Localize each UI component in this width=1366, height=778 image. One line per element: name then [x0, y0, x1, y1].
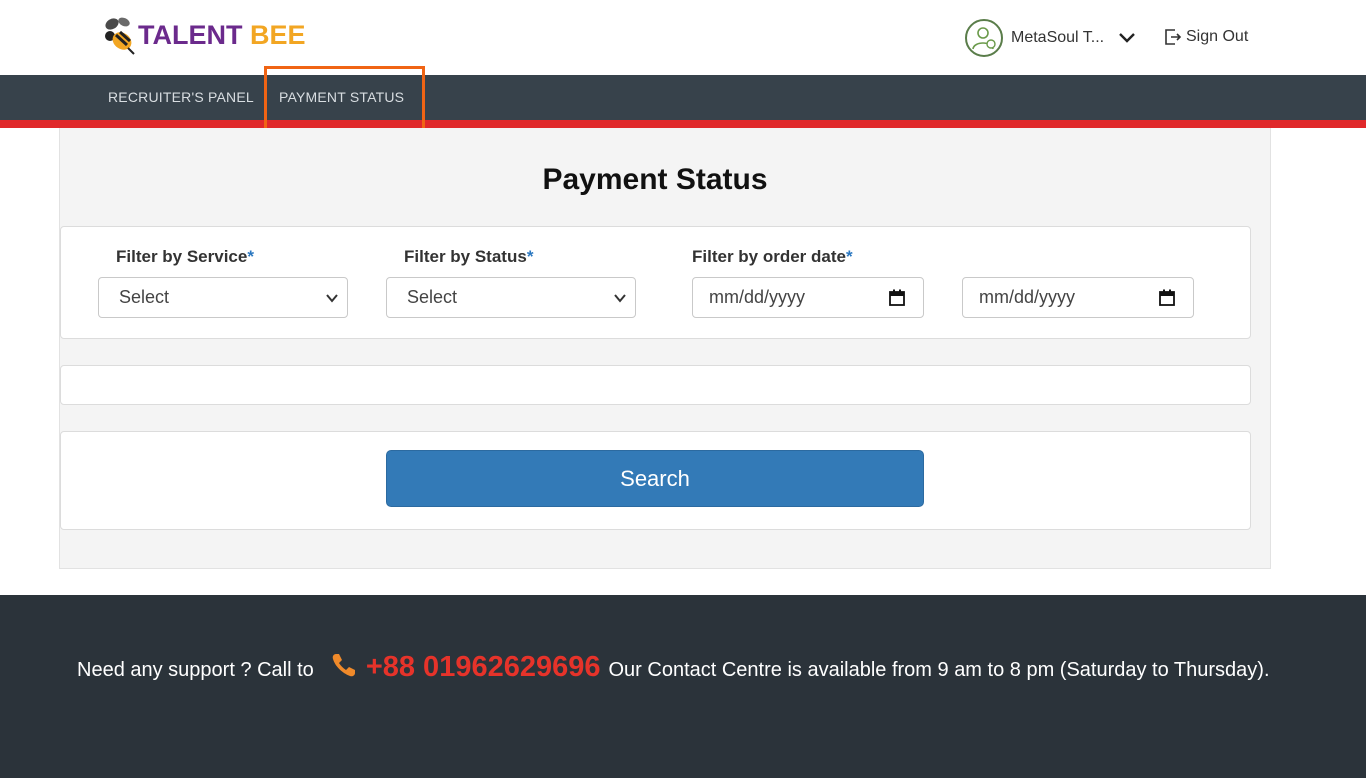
calendar-icon[interactable]: [1159, 289, 1175, 306]
chevron-down-icon: [614, 294, 626, 303]
user-menu-dropdown[interactable]: MetaSoul T...: [965, 19, 1136, 57]
filter-status-label-text: Filter by Status: [404, 247, 527, 266]
brand-wordmark: TALENT BEE: [138, 14, 306, 56]
support-text: Need any support ? Call to +88 0196262969…: [77, 651, 1292, 689]
user-name: MetaSoul T...: [1011, 29, 1105, 46]
nav-item-recruiters-panel[interactable]: RECRUITER'S PANEL: [108, 75, 254, 120]
order-date-to-placeholder: mm/dd/yyyy: [979, 287, 1076, 307]
nav-accent-bar: [0, 120, 1366, 128]
nav-item-payment-status[interactable]: PAYMENT STATUS: [279, 75, 404, 120]
user-avatar-icon: [965, 19, 1003, 57]
filter-service-label-text: Filter by Service: [116, 247, 248, 266]
required-marker: *: [526, 247, 534, 266]
results-card: [60, 365, 1251, 405]
sign-out-link[interactable]: Sign Out: [1164, 26, 1248, 48]
filter-status-label: Filter by Status*: [404, 247, 533, 267]
filter-service-value: Select: [119, 287, 170, 307]
search-button[interactable]: Search: [386, 450, 924, 507]
talent-bee-logo[interactable]: TALENT BEE: [100, 14, 306, 56]
chevron-down-icon: [326, 294, 338, 303]
calendar-icon[interactable]: [889, 289, 905, 306]
support-phone-number[interactable]: +88 01962629696: [366, 651, 601, 683]
filter-status-select[interactable]: Select: [386, 277, 636, 318]
order-date-to-input[interactable]: mm/dd/yyyy: [962, 277, 1194, 318]
top-header: TALENT BEE MetaSoul T... Sign Out: [0, 0, 1366, 75]
sign-out-icon: [1165, 29, 1182, 45]
required-marker: *: [247, 247, 254, 266]
support-text-before: Need any support ? Call to: [77, 659, 314, 681]
order-date-from-placeholder: mm/dd/yyyy: [709, 287, 806, 307]
bee-icon: [100, 14, 138, 56]
filter-order-date-label-text: Filter by order date: [692, 247, 846, 266]
chevron-down-icon: [1118, 29, 1136, 47]
sign-out-label: Sign Out: [1186, 28, 1249, 45]
brand-word-bee: BEE: [250, 20, 306, 50]
filter-service-select[interactable]: Select: [98, 277, 348, 318]
brand-word-talent: TALENT: [138, 20, 243, 50]
page-title: Payment Status: [542, 163, 768, 196]
phone-icon: [330, 651, 358, 689]
required-marker: *: [845, 247, 853, 266]
filter-service-label: Filter by Service*: [116, 247, 254, 267]
support-text-after: Our Contact Centre is available from 9 a…: [608, 659, 1270, 681]
filter-order-date-label: Filter by order date*: [692, 247, 853, 267]
order-date-from-input[interactable]: mm/dd/yyyy: [692, 277, 924, 318]
filter-status-value: Select: [407, 287, 458, 307]
